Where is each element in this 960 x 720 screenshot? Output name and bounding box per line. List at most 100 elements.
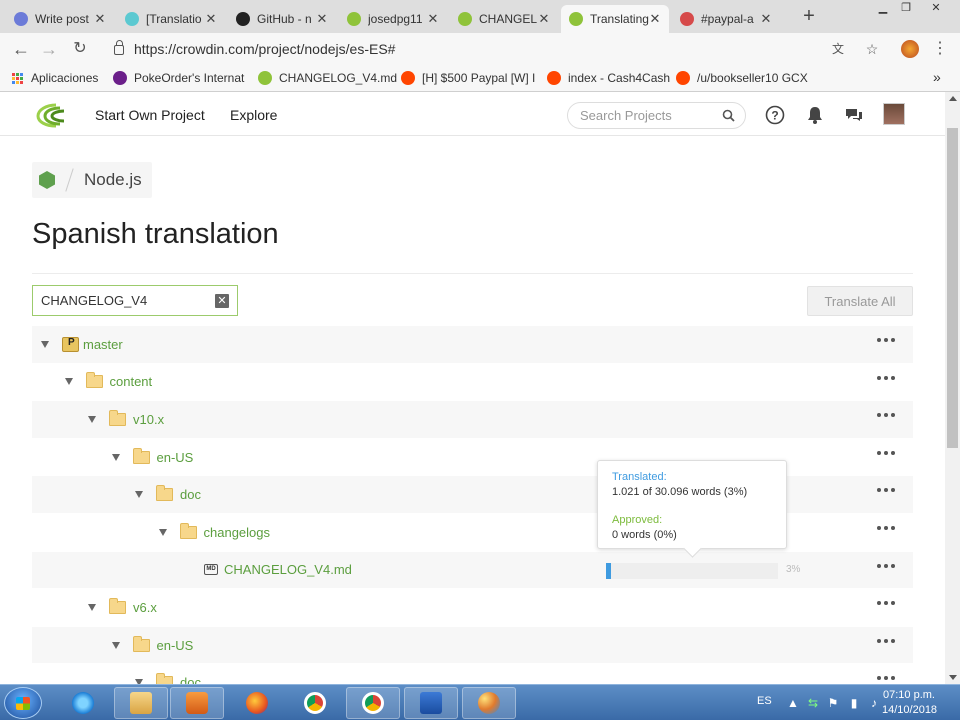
scroll-down-arrow-icon[interactable]	[949, 675, 957, 680]
taskbar-chrome-active[interactable]	[346, 687, 400, 719]
folder-name[interactable]: en-US	[157, 450, 194, 465]
apps-bookmark[interactable]: Aplicaciones	[12, 71, 98, 85]
forward-arrow-icon[interactable]: →	[38, 38, 60, 60]
browser-tab[interactable]: CHANGEL ✕	[450, 5, 558, 33]
reload-icon[interactable]: ↻	[69, 38, 91, 60]
row-more-options-icon[interactable]	[877, 563, 895, 568]
bookmark-item[interactable]: [H] $500 Paypal [W] I	[401, 71, 535, 85]
clock-time[interactable]: 07:10 p.m.	[883, 689, 935, 701]
start-button[interactable]	[4, 687, 42, 719]
user-avatar[interactable]	[883, 103, 905, 125]
taskbar-explorer[interactable]	[114, 687, 168, 719]
row-more-options-icon[interactable]	[877, 450, 895, 455]
bookmarks-overflow-icon[interactable]: »	[933, 69, 941, 85]
search-projects-input[interactable]	[580, 108, 722, 123]
tree-row[interactable]: en-US	[32, 626, 913, 665]
tab-close-icon[interactable]: ✕	[427, 11, 439, 27]
clock-date[interactable]: 14/10/2018	[882, 704, 937, 716]
tab-close-icon[interactable]: ✕	[538, 11, 550, 27]
browser-tab[interactable]: [Translatio ✕	[117, 5, 225, 33]
clear-filter-icon[interactable]: ✕	[215, 293, 229, 308]
row-more-options-icon[interactable]	[877, 375, 895, 380]
taskbar-word[interactable]	[404, 687, 458, 719]
close-window-icon[interactable]: ✕	[925, 2, 947, 16]
new-tab-button[interactable]: +	[798, 6, 820, 28]
folder-name[interactable]: changelogs	[204, 525, 271, 540]
help-icon[interactable]: ?	[765, 105, 785, 125]
expand-caret-icon[interactable]	[88, 415, 96, 423]
input-language[interactable]: ES	[757, 695, 772, 707]
back-arrow-icon[interactable]: ←	[10, 38, 32, 60]
tab-close-icon[interactable]: ✕	[760, 11, 772, 27]
expand-caret-icon[interactable]	[111, 641, 120, 649]
expand-caret-icon[interactable]	[135, 491, 143, 499]
expand-caret-icon[interactable]	[158, 528, 167, 536]
star-icon[interactable]: ☆	[864, 41, 880, 57]
folder-name[interactable]: master	[83, 337, 123, 352]
browser-tab[interactable]: Translating ✕	[561, 5, 669, 33]
taskbar-firefox[interactable]	[230, 687, 284, 719]
expand-caret-icon[interactable]	[64, 378, 73, 386]
taskbar-ie[interactable]	[56, 687, 110, 719]
folder-name[interactable]: en-US	[157, 638, 194, 653]
expand-caret-icon[interactable]	[41, 340, 49, 348]
menu-kebab-icon[interactable]: ⋮	[932, 41, 948, 57]
translate-all-button[interactable]: Translate All	[807, 286, 913, 316]
expand-caret-icon[interactable]	[111, 453, 120, 461]
bookmark-item[interactable]: CHANGELOG_V4.md	[258, 71, 397, 85]
taskbar-chrome[interactable]	[288, 687, 342, 719]
flag-icon[interactable]: ⚑	[826, 696, 840, 710]
row-more-options-icon[interactable]	[877, 413, 895, 418]
folder-name[interactable]: doc	[180, 675, 201, 684]
page-scrollbar[interactable]	[945, 92, 960, 684]
row-more-options-icon[interactable]	[877, 601, 895, 606]
scrollbar-thumb[interactable]	[947, 128, 958, 448]
tab-close-icon[interactable]: ✕	[316, 11, 328, 27]
translation-progress-bar[interactable]	[606, 562, 778, 579]
expand-caret-icon[interactable]	[88, 603, 96, 611]
bookmark-item[interactable]: index - Cash4Cash	[547, 71, 670, 85]
tab-close-icon[interactable]: ✕	[649, 11, 661, 27]
tree-row[interactable]: master	[32, 326, 913, 364]
breadcrumb-project-link[interactable]: Node.js	[84, 170, 142, 190]
file-name-link[interactable]: CHANGELOG_V4.md	[224, 562, 352, 577]
restore-icon[interactable]: ❐	[895, 2, 917, 16]
bookmark-item[interactable]: PokeOrder's Internat	[113, 71, 244, 85]
folder-name[interactable]: v6.x	[133, 600, 157, 615]
file-filter-input[interactable]	[41, 293, 215, 308]
tree-row[interactable]: doc	[32, 664, 913, 684]
row-more-options-icon[interactable]	[877, 638, 895, 643]
crowdin-logo-icon[interactable]	[34, 102, 70, 128]
notifications-bell-icon[interactable]	[805, 105, 825, 125]
translate-icon[interactable]: 文	[830, 41, 846, 57]
row-more-options-icon[interactable]	[877, 525, 895, 530]
browser-tab[interactable]: Write post ✕	[6, 5, 114, 33]
browser-tab[interactable]: #paypal-a ✕	[672, 5, 780, 33]
taskbar-media[interactable]	[170, 687, 224, 719]
extension-icon[interactable]	[901, 40, 919, 58]
tree-row[interactable]: v10.x	[32, 401, 913, 439]
taskbar-paint[interactable]	[462, 687, 516, 719]
tab-close-icon[interactable]: ✕	[94, 11, 106, 27]
browser-tab[interactable]: josedpg11 ✕	[339, 5, 447, 33]
folder-name[interactable]: v10.x	[133, 412, 164, 427]
row-more-options-icon[interactable]	[877, 338, 895, 342]
explore-link[interactable]: Explore	[230, 107, 277, 123]
volume-icon[interactable]: ♪	[867, 696, 881, 710]
folder-name[interactable]: content	[110, 374, 153, 389]
start-own-project-link[interactable]: Start Own Project	[95, 107, 205, 123]
scroll-up-arrow-icon[interactable]	[949, 96, 957, 101]
folder-name[interactable]: doc	[180, 487, 201, 502]
network-signal-icon[interactable]: ▮	[847, 696, 861, 710]
minimize-icon[interactable]: ▁	[872, 2, 894, 16]
search-icon[interactable]	[722, 109, 735, 122]
tree-row[interactable]: v6.x	[32, 589, 913, 627]
browser-tab[interactable]: GitHub - n ✕	[228, 5, 336, 33]
bookmark-item[interactable]: /u/bookseller10 GCX	[676, 71, 808, 85]
show-hidden-icons-icon[interactable]: ▲	[786, 696, 800, 710]
tree-row[interactable]: content	[32, 364, 913, 402]
tab-close-icon[interactable]: ✕	[205, 11, 217, 27]
tree-row[interactable]: MD CHANGELOG_V4.md 3%	[32, 551, 913, 590]
row-more-options-icon[interactable]	[877, 676, 895, 681]
address-bar[interactable]: https://crowdin.com/project/nodejs/es-ES…	[104, 37, 888, 61]
